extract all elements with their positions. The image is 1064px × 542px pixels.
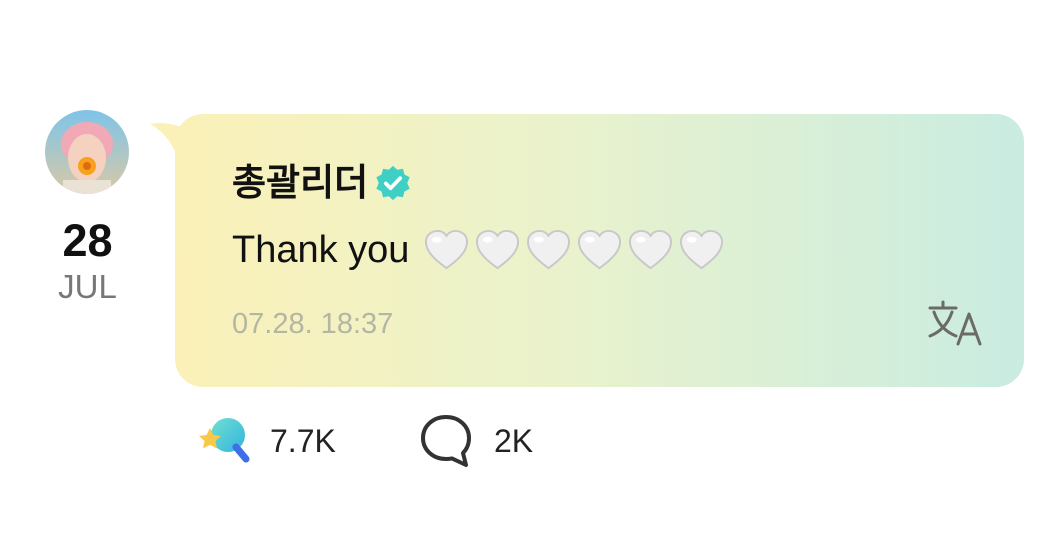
author-row: 총괄리더 [232,158,412,208]
white-heart-icon [425,229,469,269]
like-star-icon [199,418,250,463]
white-heart-icon [680,229,724,269]
white-heart-icon [476,229,520,269]
like-count: 7.7K [270,423,336,459]
white-heart-icon [527,229,571,269]
avatar-image [45,110,129,194]
date-day: 28 [62,215,113,266]
comment-bubble-icon [421,415,471,467]
verified-badge-icon [376,165,410,201]
author-name[interactable]: 총괄리더 [232,158,368,208]
comment-count: 2K [494,423,534,459]
avatar[interactable] [45,110,129,194]
white-heart-icon [578,229,622,269]
post-timestamp: 07.28. 18:37 [232,308,394,340]
date-month: JUL [58,268,117,305]
message-text: Thank you [232,229,410,271]
like-button[interactable]: 7.7K [196,413,336,469]
translate-icon[interactable] [926,298,984,348]
message-row: Thank you [232,222,725,278]
emoji-hearts [423,227,725,274]
white-heart-icon [629,229,673,269]
comment-button[interactable]: 2K [420,413,533,469]
